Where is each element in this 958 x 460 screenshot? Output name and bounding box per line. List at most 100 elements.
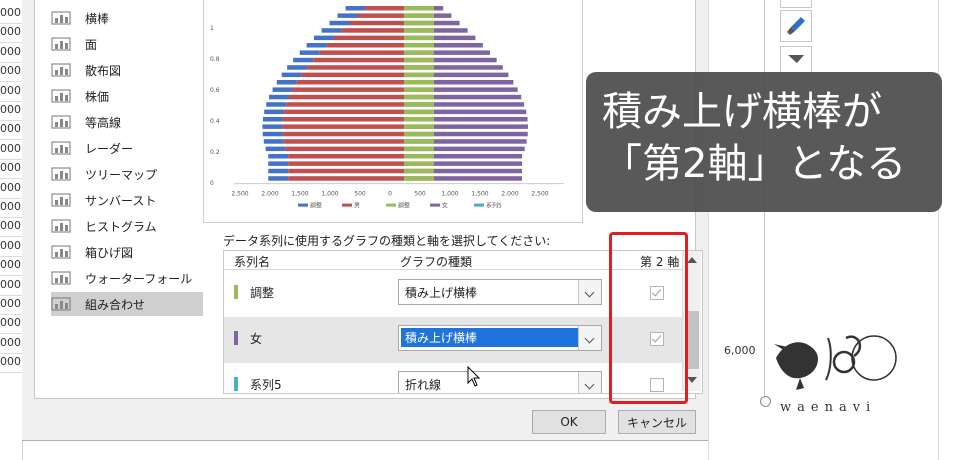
y-tick-label: 0.2 <box>210 149 220 156</box>
chart-type-7[interactable]: サンバースト <box>51 188 203 212</box>
chart-type-select[interactable]: 積み上げ横棒 <box>398 325 602 351</box>
histogram-chart-icon <box>51 218 71 234</box>
male-bar <box>334 35 404 41</box>
male-bar <box>285 146 404 152</box>
worksheet-gridline <box>938 0 939 460</box>
male-bar <box>357 13 404 18</box>
chart-type-label: 株価 <box>85 89 110 104</box>
logo-text: waenavi <box>780 400 877 415</box>
row-gridline <box>0 42 22 44</box>
legend-label: 女 <box>442 202 448 210</box>
chart-type-4[interactable]: 等高線 <box>51 110 203 134</box>
chevron-down-icon[interactable] <box>578 280 601 304</box>
chevron-down-icon[interactable] <box>578 326 601 350</box>
chart-preview: 1 0.8 0.6 0.4 0.2 0 2,500 2,000 1,500 1,000 500 0 50… <box>203 0 583 223</box>
x-tick-label: 1,000 <box>321 191 338 198</box>
y-tick-label: 0 <box>210 180 214 187</box>
cancel-button[interactable]: キャンセル <box>618 410 696 434</box>
x-tick-label: 2,500 <box>231 191 248 198</box>
male-bar <box>288 176 404 181</box>
male-bar <box>282 131 404 137</box>
adjust2-bar <box>404 20 434 26</box>
axis-value-label: 6,000 <box>724 344 756 357</box>
chart-type-select[interactable]: 折れ線 <box>398 371 602 393</box>
change-chart-type-dialog: 横棒面散布図株価等高線 レーダー ツリーマップ サンバーストヒストグラム箱ひげ図 ウォー… <box>22 0 709 441</box>
row-value: 000 <box>0 277 21 291</box>
row-value: 000 <box>0 6 21 19</box>
adjust2-bar <box>404 139 434 144</box>
adjust-bar <box>337 13 358 18</box>
x-tick-label: 500 <box>414 191 426 198</box>
adjust-bar <box>321 28 342 33</box>
ok-button[interactable]: OK <box>532 410 606 434</box>
row-gridline <box>0 197 22 199</box>
chart-type-select[interactable]: 積み上げ横棒 <box>398 279 602 305</box>
chart-type-2[interactable]: 散布図 <box>51 58 203 82</box>
sunburst-chart-icon <box>51 192 71 208</box>
chart-type-10[interactable]: ウォーターフォール <box>51 266 203 290</box>
chart-type-6[interactable]: ツリーマップ <box>51 162 203 186</box>
series-name: 女 <box>250 332 263 346</box>
row-gridline <box>0 139 22 141</box>
adjust-bar <box>287 65 308 70</box>
row-value: 000 <box>0 83 21 97</box>
row-gridline <box>0 236 22 238</box>
chart-styles-button[interactable] <box>780 10 812 42</box>
adjust2-bar <box>404 28 434 33</box>
chart-elements-button[interactable] <box>780 0 812 8</box>
chart-type-11[interactable]: 組み合わせ <box>51 292 203 316</box>
row-gridline <box>0 23 22 24</box>
chart-type-0[interactable]: 横棒 <box>51 6 203 30</box>
header-chart-type: グラフの種類 <box>400 255 473 269</box>
row-value: 000 <box>0 219 21 233</box>
chart-type-label: 散布図 <box>85 63 122 78</box>
x-tick-label: 2,500 <box>531 191 548 198</box>
adjust2-bar <box>404 124 434 129</box>
male-bar <box>301 72 404 78</box>
x-tick-label: 2,000 <box>261 191 278 198</box>
adjust2-bar <box>404 161 434 166</box>
paintbrush-icon <box>787 17 805 35</box>
adjust2-bar <box>404 50 434 55</box>
row-value: 000 <box>0 44 21 58</box>
male-bar <box>288 154 404 159</box>
chart-type-5[interactable]: レーダー <box>51 136 203 160</box>
chart-resize-handle[interactable] <box>760 396 771 407</box>
chevron-down-icon[interactable] <box>578 372 601 393</box>
adjust2-bar <box>404 109 434 115</box>
legend-swatch <box>474 203 484 207</box>
adjust2-bar <box>404 57 434 63</box>
male-bar <box>282 124 404 129</box>
y-tick-label: 0.8 <box>210 56 220 63</box>
boxplot-chart-icon <box>51 244 71 260</box>
chart-type-1[interactable]: 面 <box>51 32 203 56</box>
male-bar <box>326 43 404 48</box>
adjust-bar <box>306 43 327 48</box>
row-value: 000 <box>0 355 21 369</box>
chart-type-8[interactable]: ヒストグラム <box>51 214 203 238</box>
row-value: 000 <box>0 103 21 116</box>
adjust-bar <box>262 131 283 137</box>
adjust-bar <box>293 57 314 63</box>
scroll-up-icon[interactable] <box>687 257 697 263</box>
bar-chart-icon <box>51 10 71 26</box>
row-value: 000 <box>0 258 21 272</box>
row-gridline <box>0 217 22 218</box>
male-bar <box>289 94 404 100</box>
row-value: 000 <box>0 25 21 39</box>
row-value: 000 <box>0 64 21 78</box>
scroll-down-icon[interactable] <box>687 377 697 383</box>
row-gridline <box>0 314 22 315</box>
legend-swatch <box>298 203 308 207</box>
adjust2-bar <box>404 6 434 11</box>
chart-type-3[interactable]: 株価 <box>51 84 203 108</box>
adjust-bar <box>268 161 289 166</box>
x-tick-label: 1,500 <box>471 191 488 198</box>
male-bar <box>307 65 404 70</box>
chart-type-value: 折れ線 <box>405 378 442 392</box>
chart-type-9[interactable]: 箱ひげ図 <box>51 240 203 264</box>
male-bar <box>282 117 404 122</box>
y-tick-label: 0.6 <box>210 87 220 94</box>
chart-type-label: ヒストグラム <box>85 219 157 234</box>
adjust-bar <box>269 94 290 100</box>
